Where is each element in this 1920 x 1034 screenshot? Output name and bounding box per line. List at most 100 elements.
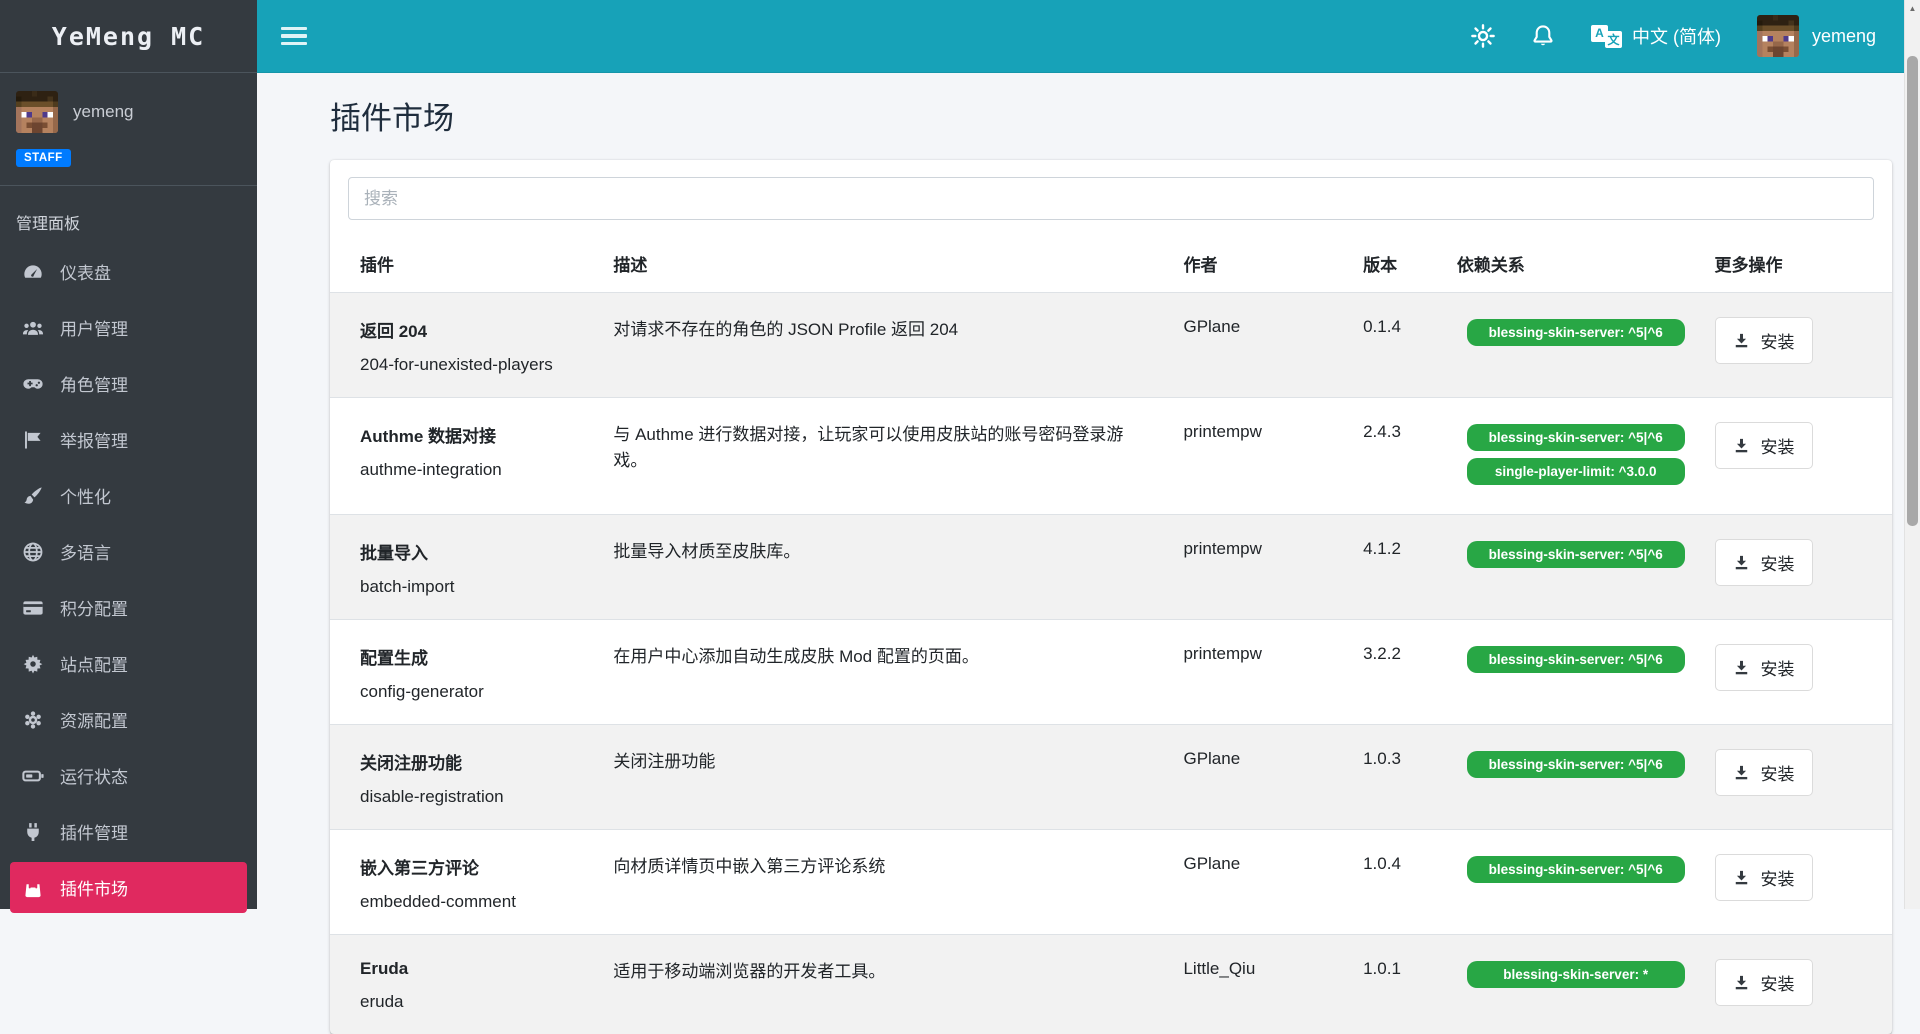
plugin-id: eruda [360, 992, 593, 1012]
sidebar-item-players[interactable]: 角色管理 [10, 358, 247, 409]
sidebar-username[interactable]: yemeng [73, 102, 133, 122]
plug-icon [22, 821, 44, 843]
dependency-badge: blessing-skin-server: ^5|^6 [1467, 541, 1685, 568]
top-navbar: A文 中文 (简体) yemeng [257, 0, 1904, 73]
sidebar-menu: 仪表盘 用户管理 角色管理 [0, 246, 257, 913]
avatar[interactable] [16, 91, 58, 133]
staff-badge: STAFF [16, 149, 71, 167]
plugin-author: printempw [1173, 515, 1353, 620]
dependency-badge: single-player-limit: ^3.0.0 [1467, 458, 1685, 485]
plugin-author: Little_Qiu [1173, 935, 1353, 1034]
language-label: 中文 (简体) [1632, 23, 1721, 49]
user-panel: yemeng STAFF [0, 73, 257, 186]
sidebar-item-plugins-market[interactable]: 插件市场 [10, 862, 247, 913]
notifications-button[interactable] [1531, 24, 1555, 48]
plugin-version: 1.0.1 [1353, 935, 1447, 1034]
plugin-version: 2.4.3 [1353, 398, 1447, 515]
install-button[interactable]: 安装 [1715, 854, 1813, 901]
plugin-name: 关闭注册功能 [360, 749, 593, 774]
flag-icon [22, 429, 44, 451]
install-button[interactable]: 安装 [1715, 539, 1813, 586]
col-author: 作者 [1173, 235, 1353, 293]
sidebar-item-customization[interactable]: 个性化 [10, 470, 247, 521]
plugin-name: 配置生成 [360, 644, 593, 669]
plugin-author: GPlane [1173, 830, 1353, 935]
sidebar-item-reports[interactable]: 举报管理 [10, 414, 247, 465]
tachometer-icon [22, 261, 44, 283]
sidebar-item-i18n[interactable]: 多语言 [10, 526, 247, 577]
download-icon [1733, 437, 1750, 454]
table-row: 批量导入 batch-import 批量导入材质至皮肤库。 printempw … [330, 515, 1892, 620]
install-button[interactable]: 安装 [1715, 644, 1813, 691]
plugin-description: 批量导入材质至皮肤库。 [603, 515, 1173, 620]
install-button[interactable]: 安装 [1715, 749, 1813, 796]
download-icon [1733, 554, 1750, 571]
plugin-version: 1.0.3 [1353, 725, 1447, 830]
table-row: 配置生成 config-generator 在用户中心添加自动生成皮肤 Mod … [330, 620, 1892, 725]
plugin-description: 关闭注册功能 [603, 725, 1173, 830]
plugin-description: 对请求不存在的角色的 JSON Profile 返回 204 [603, 293, 1173, 398]
credit-card-icon [22, 597, 44, 619]
sidebar-item-plugins-manage[interactable]: 插件管理 [10, 806, 247, 857]
plugin-name: 嵌入第三方评论 [360, 854, 593, 879]
plugins-table: 插件 描述 作者 版本 依赖关系 更多操作 返回 204 204-for-une… [330, 235, 1892, 1034]
plugin-id: config-generator [360, 682, 593, 702]
plugin-name: 批量导入 [360, 539, 593, 564]
download-icon [1733, 332, 1750, 349]
sun-icon [1471, 24, 1495, 48]
sidebar-item-dashboard[interactable]: 仪表盘 [10, 246, 247, 297]
language-switcher[interactable]: A文 中文 (简体) [1591, 23, 1721, 49]
gamepad-icon [22, 373, 44, 395]
col-description: 描述 [603, 235, 1173, 293]
sidebar-item-resource-options[interactable]: 资源配置 [10, 694, 247, 745]
dependency-badge: blessing-skin-server: * [1467, 961, 1685, 988]
plugin-market-card: 插件 描述 作者 版本 依赖关系 更多操作 返回 204 204-for-une… [330, 160, 1892, 1034]
download-icon [1733, 974, 1750, 991]
download-icon [1733, 764, 1750, 781]
plugin-author: printempw [1173, 620, 1353, 725]
plugin-version: 0.1.4 [1353, 293, 1447, 398]
cog-icon [22, 653, 44, 675]
users-icon [22, 317, 44, 339]
sidebar-item-users[interactable]: 用户管理 [10, 302, 247, 353]
table-row: 关闭注册功能 disable-registration 关闭注册功能 GPlan… [330, 725, 1892, 830]
battery-icon [22, 765, 44, 787]
plugin-author: GPlane [1173, 293, 1353, 398]
table-row: Authme 数据对接 authme-integration 与 Authme … [330, 398, 1892, 515]
search-input[interactable] [348, 177, 1874, 220]
scrollbar-thumb[interactable] [1907, 56, 1918, 526]
plugin-version: 1.0.4 [1353, 830, 1447, 935]
plugin-version: 4.1.2 [1353, 515, 1447, 620]
brand-logo[interactable]: YeMeng MC [0, 0, 257, 73]
table-header-row: 插件 描述 作者 版本 依赖关系 更多操作 [330, 235, 1892, 293]
navbar-avatar [1757, 15, 1799, 57]
download-icon [1733, 869, 1750, 886]
dependency-badge: blessing-skin-server: ^5|^6 [1467, 646, 1685, 673]
plugin-version: 3.2.2 [1353, 620, 1447, 725]
theme-toggle-button[interactable] [1471, 24, 1495, 48]
scroll-up-icon[interactable]: ▲ [1905, 0, 1920, 16]
bell-icon [1531, 24, 1555, 48]
sidebar-item-score[interactable]: 积分配置 [10, 582, 247, 633]
col-plugin: 插件 [330, 235, 603, 293]
plugin-name: Eruda [360, 959, 593, 979]
plugin-description: 与 Authme 进行数据对接，让玩家可以使用皮肤站的账号密码登录游戏。 [603, 398, 1173, 515]
plugin-id: authme-integration [360, 460, 593, 480]
menu-toggle-icon[interactable] [281, 27, 307, 46]
install-button[interactable]: 安装 [1715, 422, 1813, 469]
install-button[interactable]: 安装 [1715, 317, 1813, 364]
sidebar-item-status[interactable]: 运行状态 [10, 750, 247, 801]
paint-brush-icon [22, 485, 44, 507]
install-button[interactable]: 安装 [1715, 959, 1813, 1006]
dependency-badge: blessing-skin-server: ^5|^6 [1467, 424, 1685, 451]
plugin-id: embedded-comment [360, 892, 593, 912]
user-menu[interactable]: yemeng [1757, 15, 1876, 57]
sidebar: YeMeng MC yemeng STAFF 管理面板 仪表盘 [0, 0, 257, 909]
col-actions: 更多操作 [1705, 235, 1892, 293]
page-title: 插件市场 [330, 93, 1892, 138]
globe-icon [22, 541, 44, 563]
plugin-description: 向材质详情页中嵌入第三方评论系统 [603, 830, 1173, 935]
window-scrollbar[interactable]: ▲ [1904, 0, 1920, 909]
sidebar-item-site-options[interactable]: 站点配置 [10, 638, 247, 689]
plugin-id: batch-import [360, 577, 593, 597]
